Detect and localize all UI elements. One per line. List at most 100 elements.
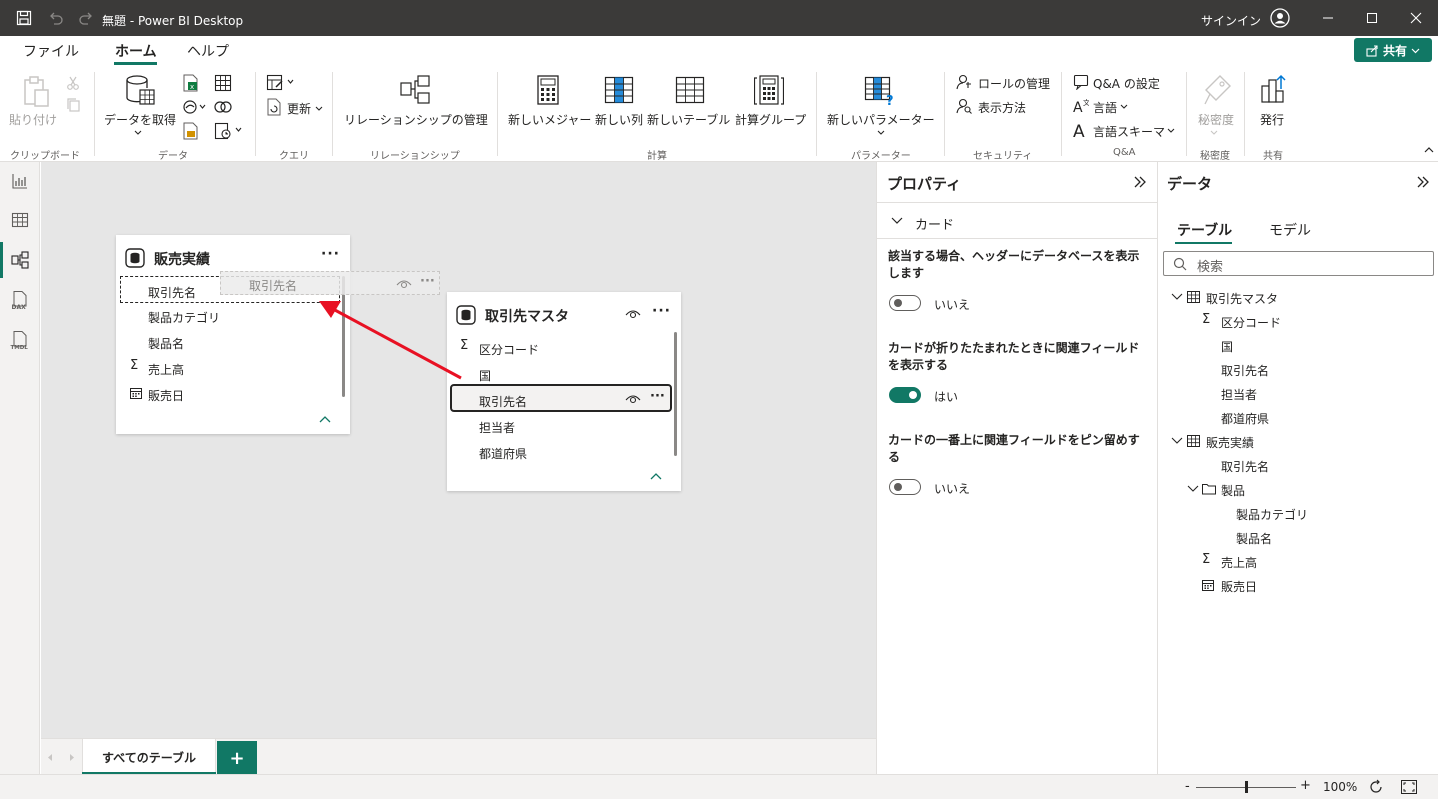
language-button[interactable]: 言語 [1093,99,1117,116]
new-parameter-button[interactable]: 新しいパラメーター [827,111,935,128]
tree-field[interactable]: 製品カテゴリ [1236,506,1308,523]
publish-icon[interactable] [1259,74,1289,106]
model-canvas[interactable]: 販売実績 ··· 取引先名 製品カテゴリ 製品名 Σ 売上高 販売日 取引先名 … [41,162,876,774]
chevron-down-icon[interactable] [1171,293,1183,301]
calculator-icon[interactable] [536,74,560,106]
user-avatar-icon[interactable] [1270,8,1290,28]
manage-roles-icon[interactable] [956,74,972,90]
minimize-icon[interactable] [1322,12,1334,24]
view-as-icon[interactable] [956,98,972,114]
onelake-icon[interactable] [182,99,206,115]
tree-table[interactable]: 取引先マスタ [1206,290,1278,307]
get-data-button[interactable]: データを取得 [104,111,176,128]
search-box[interactable]: 検索 [1163,251,1434,276]
dataset-icon[interactable] [214,74,232,92]
new-measure-button[interactable]: 新しいメジャー [508,111,591,128]
recent-sources-icon[interactable] [182,122,198,140]
svg-text:TMDL: TMDL [11,345,29,350]
new-column-button[interactable]: 新しい列 [595,111,643,128]
excel-icon[interactable]: x [182,74,198,92]
new-table-icon[interactable] [675,76,705,104]
sign-in-link[interactable]: サインイン [1201,12,1261,29]
manage-relationships-icon[interactable] [399,74,431,106]
close-icon[interactable] [1410,12,1422,24]
tree-table[interactable]: 販売実績 [1206,434,1254,451]
maximize-icon[interactable] [1366,12,1378,24]
linguistic-schema-button[interactable]: 言語スキーマ [1093,123,1165,140]
collapse-pane-icon[interactable] [1416,176,1430,188]
zoom-in-button[interactable]: + [1300,778,1311,793]
tree-field[interactable]: 国 [1221,338,1233,355]
language-icon[interactable]: A文 [1073,98,1089,114]
manage-roles-button[interactable]: ロールの管理 [978,75,1050,92]
calc-group-button[interactable]: 計算グループ [735,111,806,128]
paste-button[interactable]: 貼り付け [9,111,57,128]
refresh-icon[interactable] [266,98,282,116]
layout-tab-all-tables[interactable]: すべてのテーブル [82,739,216,775]
tab-home[interactable]: ホーム [115,41,157,61]
cut-icon[interactable] [66,76,80,90]
dax-query-view-icon[interactable]: DAX [10,290,30,310]
new-parameter-icon[interactable]: ? [864,76,898,106]
toggle-show-related-fields[interactable] [889,387,921,403]
refresh-button[interactable]: 更新 [287,100,311,117]
tree-field[interactable]: 区分コード [1221,314,1281,331]
qa-setup-icon[interactable] [1073,74,1089,90]
zoom-out-button[interactable]: - [1185,779,1190,794]
tree-field[interactable]: 取引先名 [1221,362,1269,379]
report-view-icon[interactable] [10,171,30,191]
tree-field[interactable]: 売上高 [1221,554,1257,571]
model-view-icon[interactable] [10,250,30,270]
chevron-down-icon[interactable] [1171,437,1183,445]
manage-relationships-button[interactable]: リレーションシップの管理 [344,111,488,128]
tmdl-view-icon[interactable]: TMDL [10,330,30,350]
paste-icon[interactable] [22,76,50,108]
new-column-icon[interactable] [604,76,634,104]
dataverse-icon[interactable] [214,98,232,116]
tab-model[interactable]: モデル [1269,220,1311,240]
tab-tables[interactable]: テーブル [1177,220,1232,240]
tree-field[interactable]: 取引先名 [1221,458,1269,475]
tab-help[interactable]: ヘルプ [187,41,229,61]
view-as-button[interactable]: 表示方法 [978,99,1026,116]
sensitivity-icon[interactable] [1202,74,1232,106]
tree-folder[interactable]: 製品 [1221,482,1245,499]
calc-group-icon[interactable] [754,74,784,106]
zoom-slider-thumb[interactable] [1245,781,1248,793]
new-table-button[interactable]: 新しいテーブル [647,111,730,128]
tree-field[interactable]: 製品名 [1236,530,1272,547]
tree-field[interactable]: 販売日 [1221,578,1257,595]
table-view-icon[interactable] [10,210,30,230]
tab-file[interactable]: ファイル [23,41,79,61]
toggle-pin-related-fields[interactable] [889,479,921,495]
tree-field[interactable]: 都道府県 [1221,410,1269,427]
table-grid-icon [1187,435,1200,447]
collapse-pane-icon[interactable] [1133,176,1147,188]
scroll-left-icon[interactable] [47,753,53,762]
undo-icon[interactable] [48,10,64,26]
active-tab-indicator [1175,242,1232,244]
add-layout-button[interactable]: + [217,741,257,775]
chevron-down-icon[interactable] [1187,485,1199,493]
copy-icon[interactable] [66,98,80,112]
linguistic-schema-icon[interactable]: A [1073,121,1089,139]
sensitivity-button[interactable]: 秘密度 [1198,111,1234,128]
share-button[interactable]: 共有 [1354,38,1432,62]
reset-zoom-icon[interactable] [1368,779,1384,795]
qa-setup-button[interactable]: Q&A の設定 [1093,75,1160,92]
toggle-show-database[interactable] [889,295,921,311]
collapse-ribbon-icon[interactable] [1424,146,1434,154]
transform-icon[interactable] [214,122,244,140]
chevron-down-icon[interactable] [891,217,903,225]
fit-to-screen-icon[interactable] [1401,780,1417,794]
svg-text:DAX: DAX [12,304,27,310]
section-header-card[interactable]: カード [915,214,954,233]
ribbon-separator [94,72,95,156]
get-data-icon[interactable] [124,74,156,108]
save-icon[interactable] [16,10,32,26]
scroll-right-icon[interactable] [69,753,75,762]
transform-data-icon[interactable] [266,74,296,92]
redo-icon[interactable] [78,10,94,26]
tree-field[interactable]: 担当者 [1221,386,1257,403]
publish-button[interactable]: 発行 [1260,111,1284,128]
